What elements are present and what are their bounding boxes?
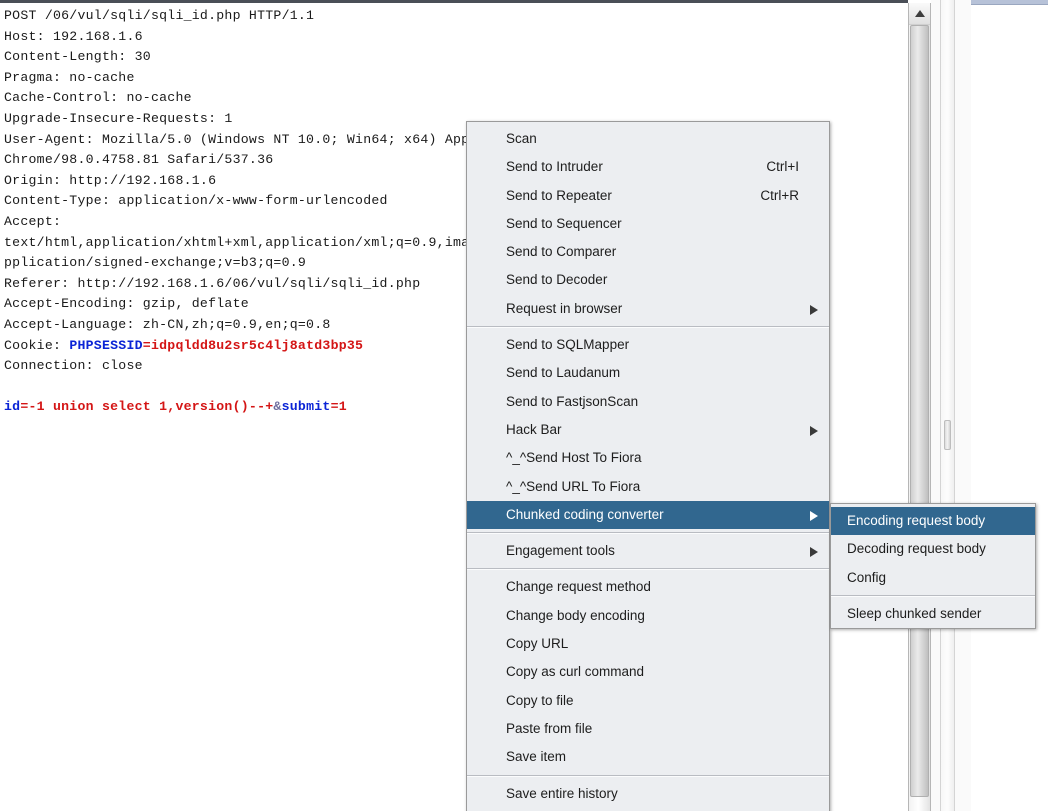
request-line: POST /06/vul/sqli/sqli_id.php HTTP/1.1 [4, 8, 315, 23]
context-menu-item-chunked-coding-converter[interactable]: Chunked coding converter [467, 500, 829, 530]
context-menu-item-request-in-browser[interactable]: Request in browser [467, 295, 829, 323]
panel-divider [931, 0, 940, 811]
context-menu-item-scan[interactable]: Scan [467, 125, 829, 153]
cookie-name: PHPSESSID [69, 337, 143, 353]
context-menu-item-label: Request in browser [506, 300, 623, 316]
context-menu-item-send-host-to-fiora[interactable]: ^_^Send Host To Fiora [467, 444, 829, 472]
context-menu-item-label: Send to Comparer [506, 244, 617, 260]
context-menu-item-label: Paste from file [506, 720, 593, 736]
context-menu-item-label: Send to Sequencer [506, 215, 622, 231]
context-menu-item-label: Hack Bar [506, 421, 562, 437]
context-menu-item-shortcut: Ctrl+I [766, 159, 799, 175]
context-menu-item-copy-url[interactable]: Copy URL [467, 630, 829, 658]
context-menu-item-change-request-method[interactable]: Change request method [467, 573, 829, 601]
context-menu-item-send-to-laudanum[interactable]: Send to Laudanum [467, 359, 829, 387]
context-menu-item-label: Send to Intruder [506, 159, 603, 175]
context-menu-item-label: Save entire history [506, 785, 618, 801]
context-menu-item-label: Send to Laudanum [506, 365, 621, 381]
context-menu-item-copy-to-file[interactable]: Copy to file [467, 687, 829, 715]
context-menu-item-label: Chunked coding converter [506, 506, 664, 522]
context-menu-item-shortcut: Ctrl+R [760, 187, 799, 203]
context-menu-item-label: ^_^Send Host To Fiora [506, 450, 642, 466]
submenu-item-label: Decoding request body [847, 541, 986, 557]
chevron-right-icon [810, 304, 818, 315]
context-menu-item-label: Send to Decoder [506, 272, 608, 288]
cookie-label: Cookie: [4, 337, 70, 353]
context-menu-item-engagement-tools[interactable]: Engagement tools [467, 537, 829, 565]
context-menu-item-label: Save item [506, 749, 567, 765]
context-menu-item-label: Engagement tools [506, 543, 615, 559]
body-ampersand: & [273, 399, 282, 415]
right-side-panel [955, 0, 1048, 811]
scroll-up-arrow-icon[interactable] [909, 3, 930, 25]
chevron-right-icon [810, 425, 818, 436]
context-menu-separator [467, 568, 829, 571]
context-menu-separator [467, 774, 829, 777]
context-menu-separator [467, 532, 829, 535]
context-menu-item-copy-as-curl-command[interactable]: Copy as curl command [467, 658, 829, 686]
chunked-coding-converter-submenu[interactable]: Encoding request body Decoding request bo… [830, 503, 1036, 630]
context-menu-item-save-item[interactable]: Save item [467, 743, 829, 771]
chevron-right-icon [810, 547, 818, 558]
context-menu-item-label: Send to FastjsonScan [506, 393, 639, 409]
request-line: Pragma: no-cache [4, 69, 135, 85]
context-menu-item-save-entire-history[interactable]: Save entire history [467, 780, 829, 808]
submenu-item-config[interactable]: Config [831, 564, 1035, 592]
submenu-item-label: Config [847, 569, 887, 585]
request-context-menu[interactable]: Scan Send to Intruder Ctrl+I Send to Repeat… [466, 121, 830, 811]
context-menu-item-send-to-intruder[interactable]: Send to Intruder Ctrl+I [467, 153, 829, 181]
submenu-item-encoding-request-body[interactable]: Encoding request body [831, 507, 1035, 536]
body-param-submit: submit [281, 399, 331, 415]
context-menu-item-send-to-fastjsonscan[interactable]: Send to FastjsonScan [467, 388, 829, 416]
context-menu-item-label: Copy to file [506, 692, 574, 708]
context-menu-item-send-to-sequencer[interactable]: Send to Sequencer [467, 210, 829, 238]
context-menu-item-hack-bar[interactable]: Hack Bar [467, 416, 829, 444]
context-menu-item-label: Send to Repeater [506, 187, 612, 203]
cookie-value: =idpqldd8u2sr5c4lj8atd3bp35 [142, 337, 364, 353]
panel-scrollbar-thumb[interactable] [944, 420, 951, 450]
panel-vertical-scrollbar[interactable] [940, 0, 955, 811]
request-line: Host: 192.168.1.6 [4, 28, 143, 44]
context-menu-item-send-to-repeater[interactable]: Send to Repeater Ctrl+R [467, 182, 829, 210]
context-menu-item-label: Change request method [506, 579, 651, 595]
submenu-separator [831, 594, 1035, 597]
submenu-item-label: Sleep chunked sender [847, 605, 982, 621]
request-line: Content-Length: 30 [4, 49, 151, 65]
sql-injection-payload: =-1 union select 1,version()--+ [20, 399, 274, 415]
body-param-submit-value: =1 [330, 399, 347, 415]
context-menu-item-change-body-encoding[interactable]: Change body encoding [467, 602, 829, 630]
context-menu-item-send-to-comparer[interactable]: Send to Comparer [467, 238, 829, 266]
context-menu-item-paste-from-file[interactable]: Paste from file [467, 715, 829, 743]
chevron-right-icon [810, 510, 818, 521]
context-menu-item-label: Change body encoding [506, 607, 645, 623]
context-menu-item-label: Copy as curl command [506, 664, 645, 680]
context-menu-item-send-to-sqlmapper[interactable]: Send to SQLMapper [467, 331, 829, 359]
context-menu-separator [467, 326, 829, 329]
submenu-item-label: Encoding request body [847, 513, 986, 528]
context-menu-item-label: Scan [506, 131, 537, 146]
context-menu-item-send-url-to-fiora[interactable]: ^_^Send URL To Fiora [467, 473, 829, 501]
submenu-item-decoding-request-body[interactable]: Decoding request body [831, 535, 1035, 563]
request-line: Cache-Control: no-cache [4, 90, 192, 106]
editor-vertical-scrollbar[interactable] [908, 3, 931, 811]
context-menu-item-send-to-decoder[interactable]: Send to Decoder [467, 266, 829, 294]
side-panel-body [971, 5, 1048, 811]
context-menu-item-label: Send to SQLMapper [506, 337, 630, 353]
submenu-item-sleep-chunked-sender[interactable]: Sleep chunked sender [831, 600, 1035, 628]
body-param-name: id [4, 399, 21, 415]
burp-suite-window: POST /06/vul/sqli/sqli_id.php HTTP/1.1 Ho… [0, 0, 1048, 811]
context-menu-item-label: ^_^Send URL To Fiora [506, 478, 641, 494]
context-menu-item-label: Copy URL [506, 636, 569, 652]
scrollbar-thumb[interactable] [910, 25, 929, 797]
